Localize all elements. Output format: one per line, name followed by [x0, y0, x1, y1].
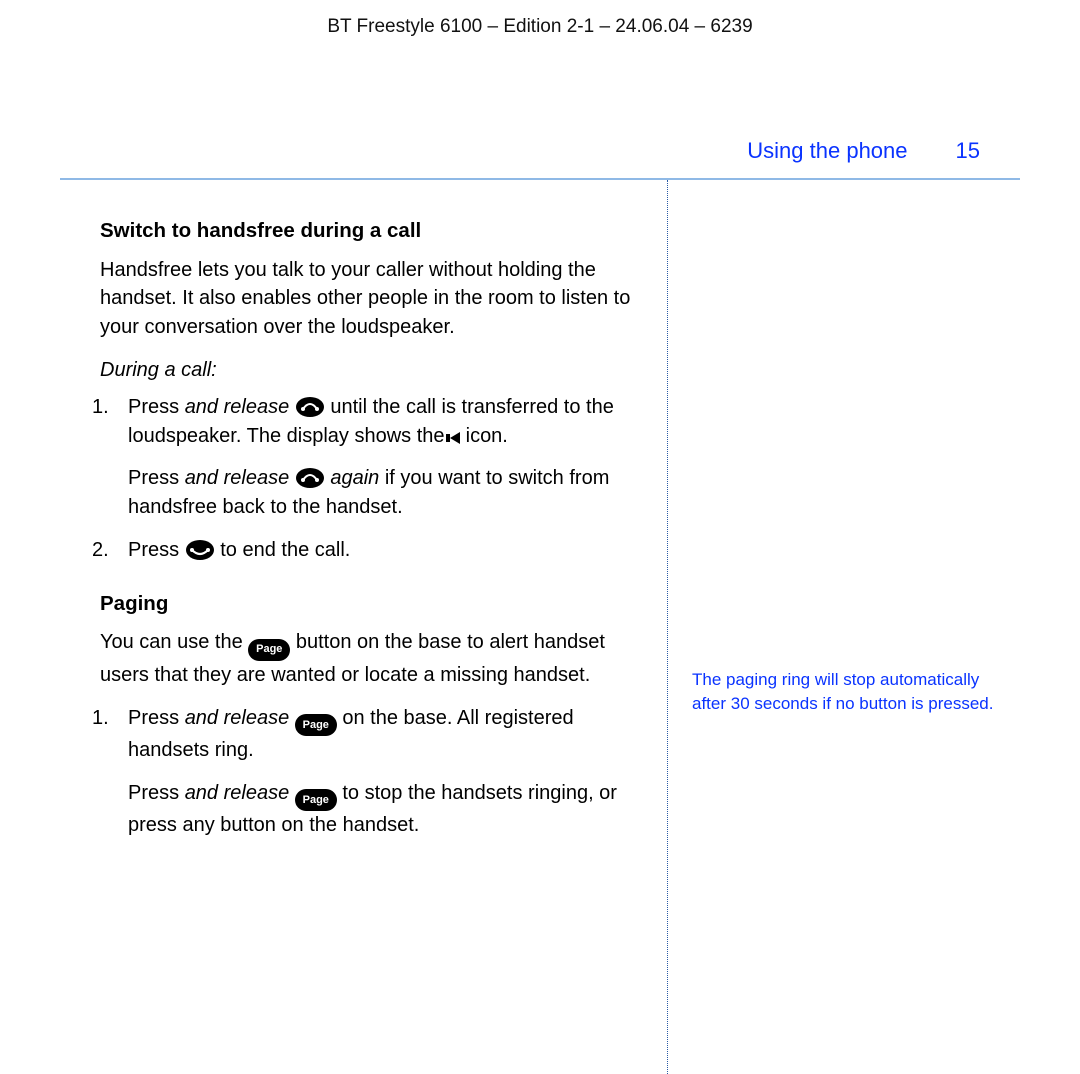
handsfree-button-icon [295, 467, 331, 489]
heading-paging: Paging [100, 589, 633, 619]
paging-steps: Press and release Page on the base. All … [100, 704, 633, 841]
page-number: 15 [956, 138, 980, 164]
handsfree-intro: Handsfree lets you talk to your caller w… [100, 256, 633, 342]
running-head: Using the phone 15 [60, 138, 1020, 178]
paging-intro: You can use the Page button on the base … [100, 628, 633, 689]
doc-header: BT Freestyle 6100 – Edition 2-1 – 24.06.… [0, 0, 1080, 38]
page-button-icon: Page [248, 639, 290, 661]
speaker-icon [450, 432, 460, 444]
section-title: Using the phone [747, 138, 907, 164]
end-call-button-icon [185, 539, 221, 561]
paging-sidebar-note: The paging ring will stop automatically … [692, 668, 996, 716]
paging-step-1: Press and release Page on the base. All … [100, 704, 633, 841]
page-body: Using the phone 15 Switch to handsfree d… [60, 138, 1020, 1074]
page-button-icon: Page [295, 789, 337, 811]
main-column: Switch to handsfree during a call Handsf… [60, 180, 668, 1074]
page-button-icon: Page [295, 714, 337, 736]
handsfree-steps: Press and release until the call is tran… [100, 393, 633, 565]
side-column: The paging ring will stop automatically … [668, 180, 1020, 1074]
handsfree-step-2: Press to end the call. [100, 536, 633, 565]
during-a-call-subhead: During a call: [100, 356, 633, 385]
handsfree-step-1: Press and release until the call is tran… [100, 393, 633, 522]
heading-handsfree: Switch to handsfree during a call [100, 216, 633, 246]
handsfree-button-icon [295, 396, 331, 418]
